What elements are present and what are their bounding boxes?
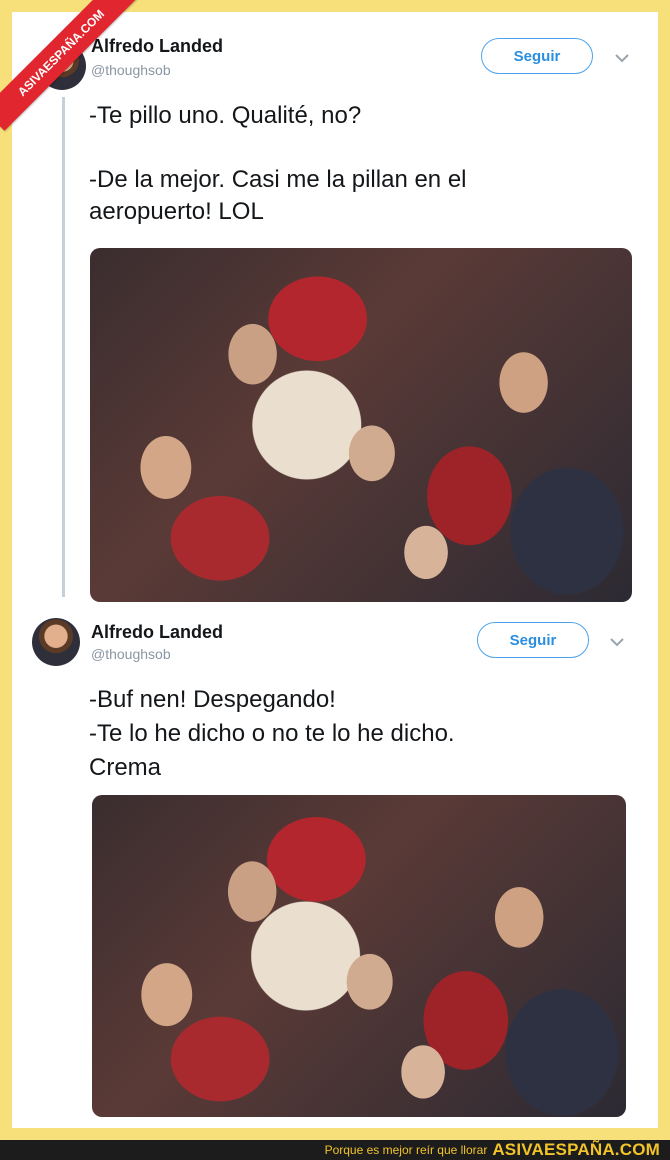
author-name[interactable]: Alfredo Landed — [91, 622, 223, 643]
tweet-text-line: Crema — [89, 754, 162, 781]
tweet-text-line: -Te pillo uno. Qualité, no? — [89, 102, 362, 129]
tweet-text-line: -Te lo he dicho o no te lo he dicho. — [89, 720, 455, 747]
author-handle[interactable]: @thoughsob — [91, 646, 171, 662]
tweet-text-line: aeropuerto! LOL — [89, 198, 264, 225]
tweet-text-line: -Buf nen! Despegando! — [89, 686, 336, 713]
tweet-screenshot-card: Alfredo Landed @thoughsob Seguir -Te pil… — [12, 12, 658, 1128]
tweet-photo[interactable] — [92, 795, 626, 1117]
footer-site[interactable]: ASIVAESPAÑA.COM — [492, 1140, 660, 1160]
thread-connector-line — [62, 97, 65, 597]
author-handle[interactable]: @thoughsob — [91, 62, 171, 78]
tweet-photo[interactable] — [90, 248, 632, 602]
author-name[interactable]: Alfredo Landed — [91, 36, 223, 57]
footer-bar: Porque es mejor reír que llorar ASIVAESP… — [0, 1140, 670, 1160]
tweet-text-line: -De la mejor. Casi me la pillan en el — [89, 166, 467, 193]
chevron-down-icon[interactable] — [608, 633, 626, 651]
follow-button[interactable]: Seguir — [477, 622, 589, 658]
chevron-down-icon[interactable] — [613, 49, 631, 67]
avatar[interactable] — [32, 618, 80, 666]
follow-button[interactable]: Seguir — [481, 38, 593, 74]
footer-tagline: Porque es mejor reír que llorar — [324, 1143, 488, 1157]
